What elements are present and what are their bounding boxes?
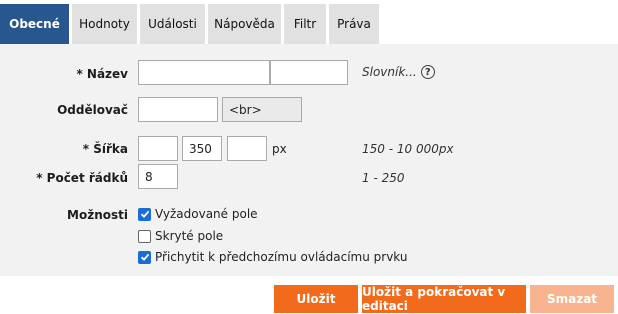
tab-general[interactable]: Obecné — [0, 4, 69, 44]
tab-bar: Obecné Hodnoty Události Nápověda Filtr P… — [0, 0, 618, 44]
hidden-checkbox-label: Skryté pole — [155, 229, 224, 243]
rows-hint: 1 - 250 — [362, 171, 405, 185]
attach-previous-checkbox-label: Přichytit k předchozímu ovládacímu prvku — [155, 250, 408, 264]
dictionary-label: Slovník... — [362, 65, 417, 79]
required-checkbox-label: Vyžadované pole — [155, 207, 258, 221]
required-checkbox[interactable] — [138, 207, 151, 221]
width-input-2[interactable]: 350 — [182, 136, 222, 161]
name-secondary-input[interactable] — [270, 60, 348, 85]
width-label: * Šířka — [82, 142, 128, 156]
width-input-1[interactable] — [138, 136, 178, 161]
width-unit: px — [272, 142, 287, 156]
separator-preview: <br> — [222, 97, 302, 122]
tab-values[interactable]: Hodnoty — [72, 4, 137, 44]
name-input[interactable] — [138, 60, 270, 85]
save-continue-button[interactable]: Uložit a pokračovat v editaci — [362, 285, 526, 313]
name-label: * Název — [76, 67, 128, 81]
tab-filter[interactable]: Filtr — [284, 4, 326, 44]
dictionary-link[interactable]: Slovník... ? — [362, 65, 435, 79]
rows-input[interactable]: 8 — [138, 164, 178, 189]
option-attach-previous[interactable]: Přichytit k předchozímu ovládacímu prvku — [138, 250, 407, 264]
attach-previous-checkbox[interactable] — [138, 250, 151, 264]
delete-button: Smazat — [530, 285, 614, 313]
separator-input[interactable] — [138, 97, 218, 122]
save-button[interactable]: Uložit — [274, 285, 358, 313]
tab-events[interactable]: Události — [140, 4, 205, 44]
width-input-3[interactable] — [227, 136, 267, 161]
width-hint: 150 - 10 000px — [362, 142, 454, 156]
hidden-checkbox[interactable] — [138, 229, 151, 243]
tab-permissions[interactable]: Práva — [329, 4, 379, 44]
options-label: Možnosti — [67, 208, 128, 222]
separator-label: Oddělovač — [57, 103, 128, 117]
option-required[interactable]: Vyžadované pole — [138, 207, 258, 221]
tab-help[interactable]: Nápověda — [208, 4, 281, 44]
rows-label: * Počet řádků — [36, 171, 128, 185]
question-circle-icon[interactable]: ? — [420, 65, 435, 79]
option-hidden[interactable]: Skryté pole — [138, 229, 223, 243]
